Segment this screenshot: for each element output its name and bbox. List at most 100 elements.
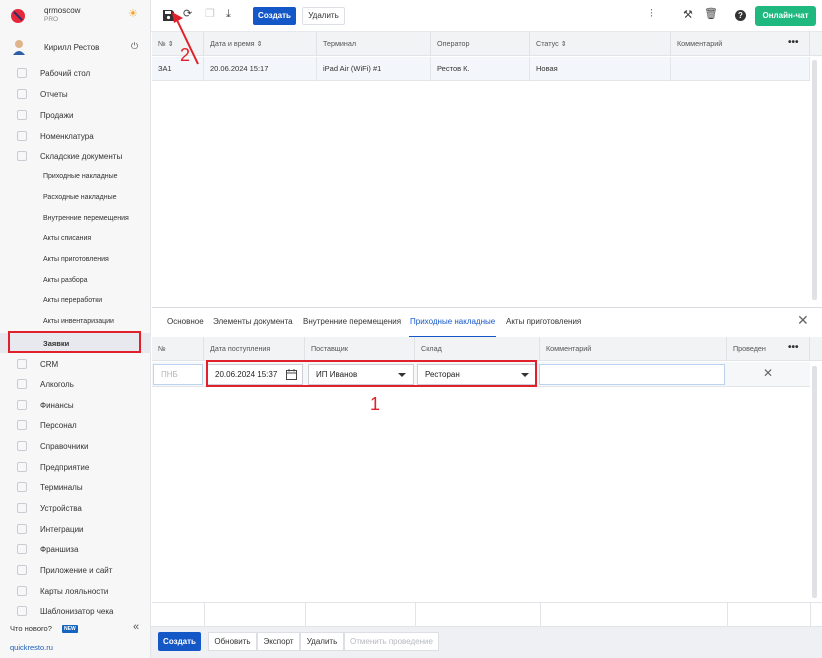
annotation-number-1: 1: [370, 394, 381, 414]
sidebar-item-label: Приложение и сайт: [40, 566, 113, 575]
header-arrival-date[interactable]: Дата поступления: [204, 337, 305, 361]
header-comment[interactable]: Комментарий: [540, 337, 727, 361]
tab-cooking-acts[interactable]: Акты приготовления: [506, 317, 581, 326]
sidebar-item[interactable]: Персонал: [0, 415, 151, 435]
column-lines: [152, 602, 822, 627]
brand-logo-icon[interactable]: [10, 8, 26, 24]
sidebar-item[interactable]: Карты лояльности: [0, 581, 151, 601]
sidebar-item[interactable]: Продажи: [0, 105, 151, 125]
sidebar-item[interactable]: Терминалы: [0, 477, 151, 497]
sidebar-item[interactable]: Справочники: [0, 436, 151, 456]
header-operator[interactable]: Оператор: [431, 32, 530, 56]
new-badge: NEW: [62, 625, 78, 633]
header-warehouse[interactable]: Склад: [415, 337, 540, 361]
sidebar-item[interactable]: CRM: [0, 354, 151, 374]
cell-datetime: 20.06.2024 15:17: [204, 57, 317, 81]
sidebar-item-label: Франшиза: [40, 545, 79, 554]
avatar[interactable]: [12, 39, 26, 55]
more-options-icon[interactable]: •••: [788, 37, 799, 48]
sidebar-item-label: Приходные накладные: [43, 173, 118, 180]
footer-refresh-button[interactable]: Обновить: [208, 632, 257, 651]
help-icon[interactable]: ?: [735, 10, 746, 21]
tab-document-items[interactable]: Элементы документа: [213, 317, 293, 326]
sidebar-item[interactable]: Финансы: [0, 395, 151, 415]
sidebar-item[interactable]: Предприятие: [0, 457, 151, 477]
number-field[interactable]: ПНБ: [153, 364, 203, 385]
sidebar-item[interactable]: Номенклатура: [0, 126, 151, 146]
site-link[interactable]: quickresto.ru: [10, 643, 53, 652]
sidebar-item-label: Предприятие: [40, 463, 90, 472]
sidebar-item[interactable]: Акты разбора: [0, 271, 151, 291]
toolbar: ⟳ ❐ ⤓ Создать Удалить ⫶ ⚒ 🗑 ? Онлайн-чат: [151, 0, 822, 32]
sidebar-item[interactable]: Внутренние перемещения: [0, 209, 151, 229]
theme-toggle-icon[interactable]: ☀: [128, 9, 138, 20]
sidebar-item[interactable]: Рабочий стол: [0, 63, 151, 83]
comment-field[interactable]: [539, 364, 725, 385]
sidebar-item[interactable]: Расходные накладные: [0, 188, 151, 208]
table-row[interactable]: ЗА1 20.06.2024 15:17 iPad Air (WiFi) #1 …: [152, 57, 810, 81]
sidebar-item[interactable]: Складские документы: [0, 146, 151, 166]
book-icon: [17, 441, 27, 451]
sidebar-item[interactable]: Акты приготовления: [0, 250, 151, 270]
detail-scrollbar[interactable]: [812, 366, 817, 598]
terminal-icon: [17, 482, 27, 492]
sidebar-item[interactable]: Устройства: [0, 498, 151, 518]
remove-row-icon[interactable]: ✕: [763, 366, 773, 380]
sidebar-item-label: Отчеты: [40, 90, 68, 99]
create-button[interactable]: Создать: [253, 7, 296, 25]
glass-icon: [17, 379, 27, 389]
header-terminal[interactable]: Терминал: [317, 32, 431, 56]
header-no[interactable]: №: [152, 337, 204, 361]
sidebar-item[interactable]: Акты инвентаризации: [0, 312, 151, 332]
tab-internal-transfers[interactable]: Внутренние перемещения: [303, 317, 401, 326]
sidebar-item[interactable]: Приложение и сайт: [0, 560, 151, 580]
sidebar-item-label: Терминалы: [40, 483, 83, 492]
sidebar-item[interactable]: Акты списания: [0, 229, 151, 249]
sidebar-item-label: Справочники: [40, 442, 89, 451]
column-settings-icon[interactable]: ⫶: [650, 9, 653, 20]
cell-status: Новая: [530, 57, 671, 81]
tab-receipt-invoices[interactable]: Приходные накладные: [410, 317, 495, 326]
header-status[interactable]: Статус ⇕: [530, 32, 671, 56]
sidebar-item[interactable]: Интеграции: [0, 519, 151, 539]
whats-new-link[interactable]: Что нового?: [10, 624, 52, 633]
tab-main[interactable]: Основное: [167, 317, 204, 326]
sidebar-item-label: Устройства: [40, 504, 82, 513]
delete-button[interactable]: Удалить: [302, 7, 345, 25]
sidebar-item-label: Интеграции: [40, 525, 84, 534]
header-datetime[interactable]: Дата и время ⇕: [204, 32, 317, 56]
footer-delete-button[interactable]: Удалить: [300, 632, 344, 651]
user-name[interactable]: Кирилл Рестов: [44, 43, 99, 52]
tools-icon[interactable]: ⚒: [683, 10, 693, 21]
more-options-icon[interactable]: •••: [788, 342, 799, 353]
list-header: № ⇕ Дата и время ⇕ Терминал Оператор Ста…: [152, 32, 822, 56]
collapse-sidebar-icon[interactable]: «: [133, 621, 139, 633]
header-supplier[interactable]: Поставщик: [305, 337, 415, 361]
footer-export-button[interactable]: Экспорт: [257, 632, 300, 651]
list-scrollbar[interactable]: [812, 60, 817, 300]
staff-icon: [17, 420, 27, 430]
printer-icon: [17, 503, 27, 513]
sidebar-item-label: Финансы: [40, 401, 74, 410]
brand-plan: PRO: [44, 16, 59, 23]
download-icon[interactable]: ⤓: [226, 9, 231, 20]
sidebar-item[interactable]: Акты переработки: [0, 291, 151, 311]
brand-name[interactable]: qrmoscow: [44, 6, 80, 15]
highlight-box-fields: [206, 360, 537, 387]
speedometer-icon: [17, 68, 27, 78]
sidebar-item-label: Складские документы: [40, 152, 123, 161]
sidebar-item[interactable]: Шаблонизатор чека: [0, 601, 151, 621]
trash-icon[interactable]: 🗑: [704, 9, 718, 20]
sidebar-item[interactable]: Алкоголь: [0, 374, 151, 394]
online-chat-button[interactable]: Онлайн-чат: [755, 6, 816, 26]
sidebar-item[interactable]: Приходные накладные: [0, 167, 151, 187]
logout-icon[interactable]: ⏻: [131, 41, 138, 52]
close-icon[interactable]: ✕: [797, 313, 809, 327]
footer-unpost-button[interactable]: Отменить проведение: [344, 632, 439, 651]
sidebar-item[interactable]: Франшиза: [0, 539, 151, 559]
annotation-number-2: 2: [180, 45, 191, 65]
sidebar-item[interactable]: Отчеты: [0, 84, 151, 104]
sidebar-item-label: Акты списания: [43, 235, 92, 242]
footer-create-button[interactable]: Создать: [158, 632, 201, 651]
receipt-icon: [17, 606, 27, 616]
